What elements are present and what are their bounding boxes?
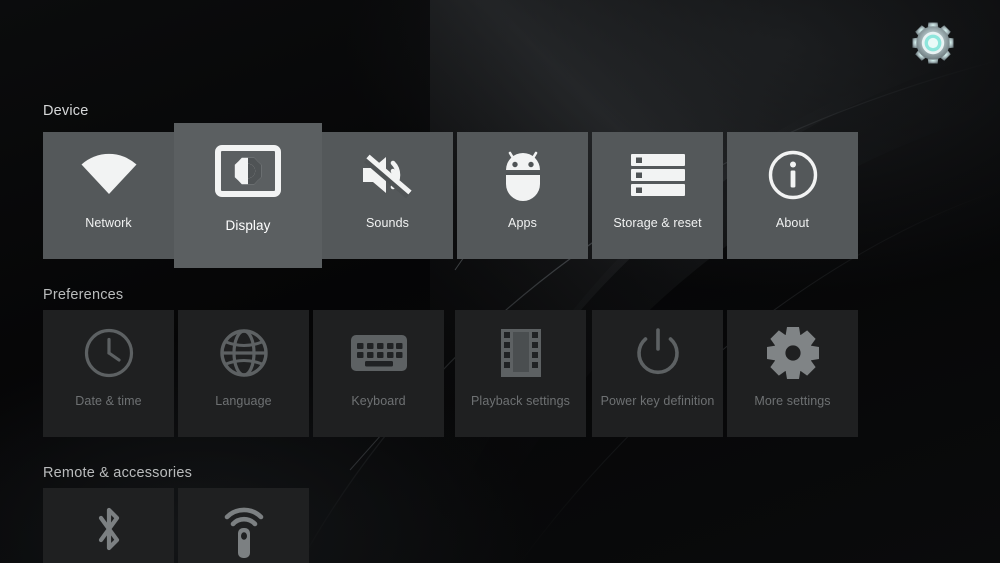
tile-label: Apps xyxy=(508,216,537,230)
tile-label: Display xyxy=(225,218,271,233)
globe-icon xyxy=(178,310,309,395)
tile-label: Sounds xyxy=(366,216,409,230)
tile-remote[interactable]: Remote xyxy=(178,488,309,563)
tile-network[interactable]: Network xyxy=(43,132,174,259)
tile-label: Date & time xyxy=(75,394,142,408)
tile-display[interactable]: Display xyxy=(174,123,322,268)
storage-icon xyxy=(592,132,723,217)
tile-date-time[interactable]: Date & time xyxy=(43,310,174,437)
tile-row-device: Network Display Sounds Apps Storage & re… xyxy=(43,123,958,268)
keyboard-icon xyxy=(313,310,444,395)
android-icon xyxy=(457,132,588,217)
clock-icon xyxy=(43,310,174,395)
tile-label: Language xyxy=(215,394,272,408)
tile-apps[interactable]: Apps xyxy=(457,132,588,259)
section-label-preferences: Preferences xyxy=(43,287,124,303)
tile-label: Network xyxy=(85,216,132,230)
remote-icon xyxy=(178,488,309,563)
tile-bluetooth[interactable]: Bluetooth xyxy=(43,488,174,563)
tile-language[interactable]: Language xyxy=(178,310,309,437)
tile-playback-settings[interactable]: Playback settings xyxy=(455,310,586,437)
brightness-icon xyxy=(174,123,322,219)
power-icon xyxy=(592,310,723,395)
tile-row-preferences: Date & time Language Keyboard Playback s… xyxy=(43,310,958,438)
tile-storage-reset[interactable]: Storage & reset xyxy=(592,132,723,259)
section-label-device: Device xyxy=(43,103,89,119)
bluetooth-icon xyxy=(43,488,174,563)
tile-row-remote-accessories: Bluetooth Remote xyxy=(43,488,443,563)
info-icon xyxy=(727,132,858,217)
tile-label: About xyxy=(775,216,810,230)
wifi-icon xyxy=(43,132,174,217)
tile-power-key-definition[interactable]: Power key definition xyxy=(592,310,723,437)
tile-sounds[interactable]: Sounds xyxy=(322,132,453,259)
tile-label: More settings xyxy=(754,394,831,408)
gear-icon xyxy=(727,310,858,395)
settings-screen: Device Network Display Sounds Apps Stora… xyxy=(0,0,1000,563)
section-label-remote-accessories: Remote & accessories xyxy=(43,465,193,481)
tile-label: Keyboard xyxy=(351,394,406,408)
volume-mute-icon xyxy=(322,132,453,217)
tile-label: Playback settings xyxy=(471,394,570,408)
film-icon xyxy=(455,310,586,395)
tile-keyboard[interactable]: Keyboard xyxy=(313,310,444,437)
tile-more-settings[interactable]: More settings xyxy=(727,310,858,437)
tile-label: Storage & reset xyxy=(613,216,702,230)
tile-about[interactable]: About xyxy=(727,132,858,259)
tile-label: Power key definition xyxy=(600,394,715,408)
